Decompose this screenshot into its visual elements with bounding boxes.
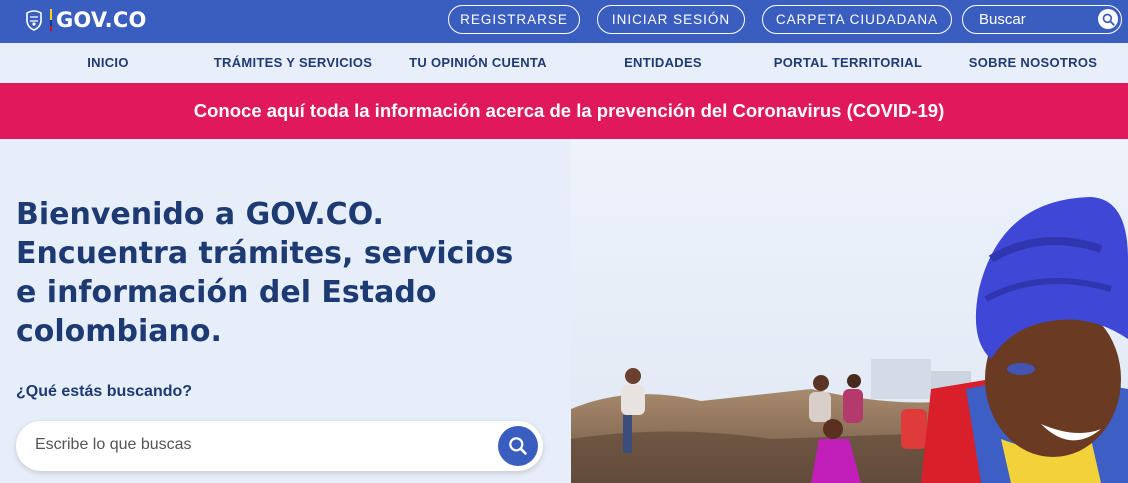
hero-title-line: Encuentra trámites, servicios <box>16 236 514 271</box>
covid-banner-link[interactable]: Conoce aquí toda la información acerca d… <box>194 100 944 122</box>
hero-search-input[interactable] <box>35 436 475 454</box>
header-search-input[interactable] <box>979 11 1089 28</box>
hero-title-line: Bienvenido a GOV.CO. <box>16 197 384 232</box>
nav-item-sobre-nosotros[interactable]: SOBRE NOSOTROS <box>969 43 1097 83</box>
flag-divider <box>50 9 52 31</box>
top-bar: GOV.CO REGISTRARSE INICIAR SESIÓN CARPET… <box>0 0 1128 43</box>
nav-item-inicio[interactable]: INICIO <box>87 43 129 83</box>
login-button[interactable]: INICIAR SESIÓN <box>597 5 745 34</box>
main-nav: INICIO TRÁMITES Y SERVICIOS TU OPINIÓN C… <box>0 43 1128 83</box>
govco-logo[interactable]: GOV.CO <box>24 7 147 33</box>
coat-of-arms-icon <box>26 10 42 31</box>
hero-photo <box>571 139 1128 483</box>
hero-section: Bienvenido a GOV.CO. Encuentra trámites,… <box>0 139 1128 483</box>
hero-title-line: e información del Estado <box>16 275 437 310</box>
hero-search-box <box>16 421 543 471</box>
search-question-label: ¿Qué estás buscando? <box>16 383 193 400</box>
citizen-folder-button[interactable]: CARPETA CIUDADANA <box>762 5 952 34</box>
search-icon[interactable] <box>1098 9 1118 29</box>
header-search <box>962 5 1122 34</box>
logo-text: GOV.CO <box>56 8 147 32</box>
register-button[interactable]: REGISTRARSE <box>448 5 580 34</box>
search-icon <box>509 437 527 455</box>
nav-item-tramites-servicios[interactable]: TRÁMITES Y SERVICIOS <box>214 43 372 83</box>
nav-item-entidades[interactable]: ENTIDADES <box>624 43 702 83</box>
nav-item-portal-territorial[interactable]: PORTAL TERRITORIAL <box>774 43 922 83</box>
covid-banner: Conoce aquí toda la información acerca d… <box>0 83 1128 139</box>
hero-title: Bienvenido a GOV.CO. Encuentra trámites,… <box>16 195 556 351</box>
hero-title-line: colombiano. <box>16 314 222 349</box>
nav-item-tu-opinion[interactable]: TU OPINIÓN CUENTA <box>409 43 547 83</box>
hero-search-button[interactable] <box>498 426 538 466</box>
